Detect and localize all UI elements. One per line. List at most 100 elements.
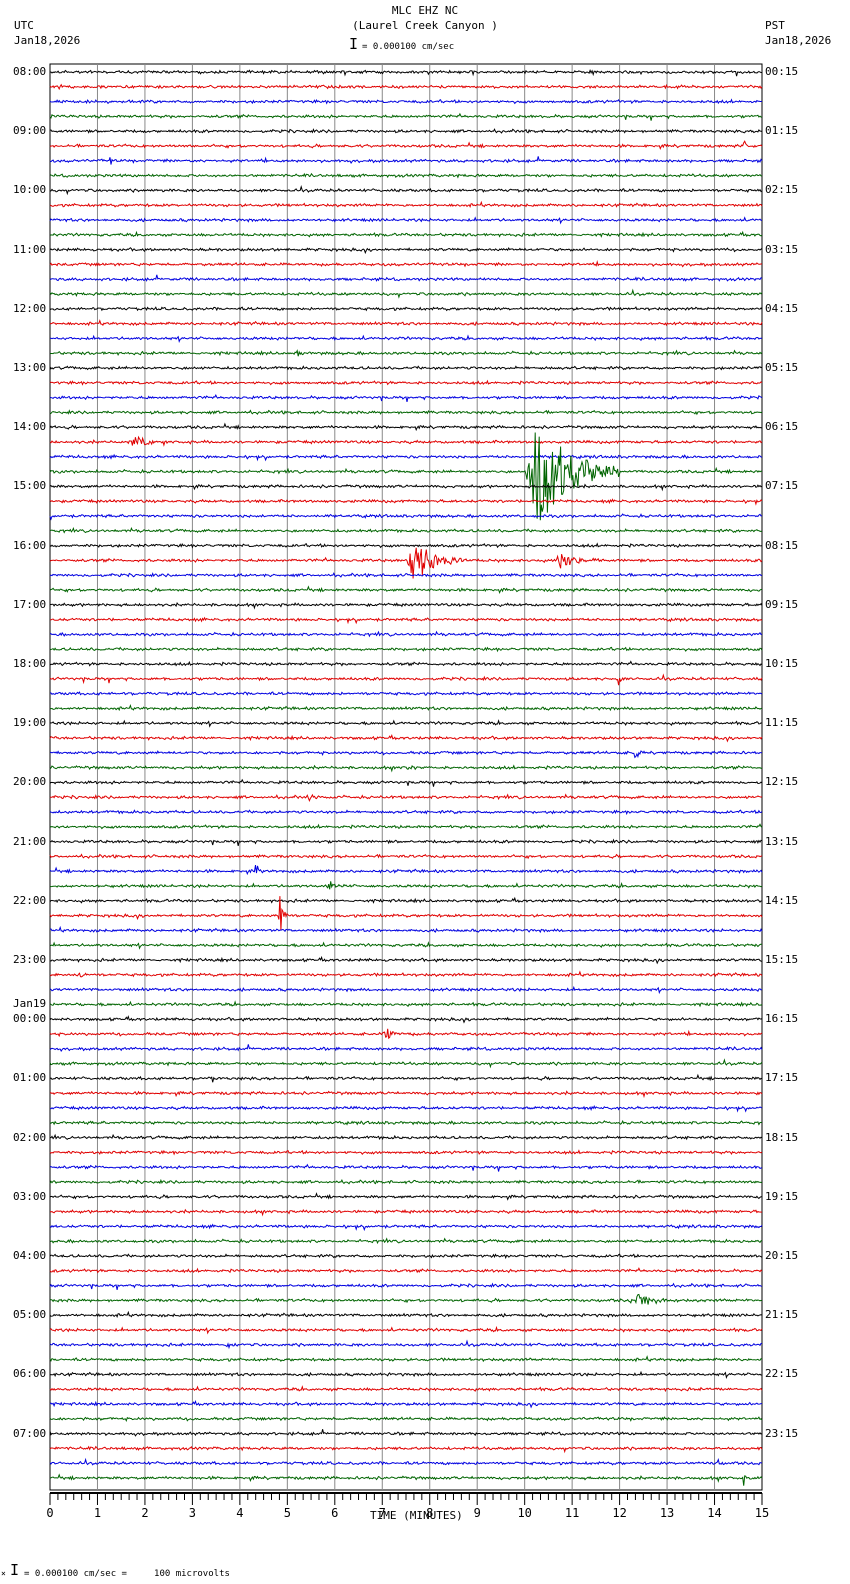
- x-tick-label: 11: [565, 1506, 579, 1520]
- seismic-trace: [49, 1282, 763, 1291]
- left-date: Jan18,2026: [14, 34, 81, 47]
- seismic-trace: [49, 409, 763, 416]
- seismic-trace: [49, 98, 763, 105]
- pst-hour-label: 02:15: [765, 183, 799, 197]
- utc-hour-label: 17:00: [13, 597, 47, 611]
- pst-hour-label: 16:15: [765, 1012, 799, 1026]
- seismic-trace: [49, 513, 762, 521]
- pst-hour-label: 22:15: [765, 1367, 799, 1381]
- pst-hour-label: 08:15: [765, 538, 799, 552]
- pst-hour-label: 04:15: [765, 301, 799, 315]
- seismic-trace: [49, 1119, 763, 1126]
- right-timezone: PST: [765, 19, 785, 32]
- pst-hour-label: 14:15: [765, 893, 799, 907]
- utc-hour-label: 02:00: [13, 1130, 47, 1144]
- seismic-trace: [49, 1192, 763, 1201]
- seismic-trace: [49, 1028, 763, 1040]
- seismic-trace: [49, 1015, 763, 1024]
- pst-hour-label: 23:15: [765, 1426, 799, 1440]
- station-location: (Laurel Creek Canyon ): [352, 19, 498, 32]
- seismic-trace: [49, 660, 763, 667]
- utc-hour-label: 13:00: [13, 361, 47, 374]
- scale-label: = 0.000100 cm/sec: [362, 42, 455, 52]
- seismic-trace: [49, 319, 763, 327]
- station-title: MLC EHZ NC: [391, 4, 459, 17]
- pst-hour-label: 17:15: [765, 1071, 799, 1085]
- seismic-trace: [49, 1445, 763, 1454]
- seismic-trace: [49, 703, 763, 712]
- seismic-trace: [49, 140, 763, 150]
- seismic-trace: [50, 527, 763, 534]
- x-tick-label: 10: [517, 1506, 531, 1520]
- pst-hour-label: 15:15: [765, 953, 799, 966]
- x-tick-label: 15: [755, 1506, 769, 1520]
- seismic-trace: [49, 379, 763, 386]
- seismic-trace: [49, 1355, 763, 1363]
- seismic-trace: [49, 823, 763, 830]
- utc-hour-label: 09:00: [13, 124, 47, 138]
- seismic-trace: [49, 422, 763, 432]
- seismic-trace: [49, 572, 763, 578]
- pst-hour-label: 13:15: [765, 834, 799, 848]
- seismic-trace: [49, 896, 763, 904]
- seismic-trace: [49, 1339, 763, 1350]
- grid: [49, 63, 763, 1491]
- seismic-trace: [49, 733, 763, 743]
- seismic-trace: [49, 1399, 762, 1409]
- seismic-trace: [49, 498, 763, 506]
- seismic-trace: [49, 1370, 763, 1379]
- footer-scale-bar-icon: I: [10, 1561, 20, 1579]
- x-tick-label: 9: [474, 1506, 481, 1520]
- seismic-trace: [49, 601, 763, 610]
- seismic-trace: [49, 955, 763, 965]
- seismic-trace: [49, 483, 763, 492]
- seismic-trace: [49, 1237, 763, 1245]
- pst-hour-label: 01:15: [765, 124, 799, 138]
- seismic-trace: [49, 1267, 763, 1274]
- utc-hour-label: 19:00: [13, 716, 47, 730]
- seismic-trace: [49, 838, 763, 847]
- seismic-trace: [49, 393, 763, 403]
- utc-hour-label: 03:00: [13, 1189, 47, 1203]
- seismic-trace: [49, 719, 763, 728]
- pst-hour-label: 12:15: [765, 775, 799, 789]
- seismic-trace: [49, 764, 763, 773]
- utc-hour-label: 15:00: [13, 479, 47, 493]
- seismic-trace: [49, 432, 763, 521]
- utc-hour-label: 23:00: [13, 953, 47, 966]
- seismic-trace: [49, 230, 763, 238]
- x-tick-label: 13: [660, 1506, 674, 1520]
- x-tick-label: 4: [236, 1506, 243, 1520]
- seismic-trace: [49, 616, 763, 625]
- seismic-trace: [49, 128, 763, 134]
- seismic-trace: [49, 1325, 763, 1335]
- seismic-trace: [49, 1253, 763, 1260]
- pst-hour-label: 09:15: [765, 597, 799, 611]
- x-tick-label: 6: [331, 1506, 338, 1520]
- seismic-trace: [49, 112, 763, 121]
- seismic-trace: [49, 542, 763, 549]
- seismic-trace: [49, 881, 763, 890]
- seismic-trace: [49, 172, 763, 179]
- seismic-trace: [49, 778, 763, 787]
- utc-hour-label: 18:00: [13, 657, 47, 670]
- seismic-trace: [49, 646, 763, 653]
- seismic-trace: [49, 1473, 763, 1486]
- seismic-trace: [50, 1104, 763, 1113]
- scale-bar-icon: I: [349, 35, 359, 53]
- seismic-trace: [49, 274, 763, 282]
- utc-hour-label: 01:00: [13, 1071, 47, 1085]
- utc-hour-label: 05:00: [13, 1308, 47, 1322]
- pst-hour-label: 18:15: [765, 1130, 799, 1144]
- seismic-trace: [49, 185, 763, 196]
- seismic-trace: [49, 349, 763, 357]
- utc-hour-label: 14:00: [13, 420, 47, 434]
- seismic-trace: [49, 288, 763, 299]
- seismic-trace: [49, 1416, 763, 1422]
- x-tick-label: 2: [141, 1506, 148, 1520]
- seismic-trace: [49, 246, 763, 255]
- seismic-trace: [49, 1310, 763, 1318]
- seismic-trace: [49, 306, 763, 312]
- utc-hour-label: 04:00: [13, 1249, 47, 1262]
- seismic-trace: [49, 1208, 763, 1217]
